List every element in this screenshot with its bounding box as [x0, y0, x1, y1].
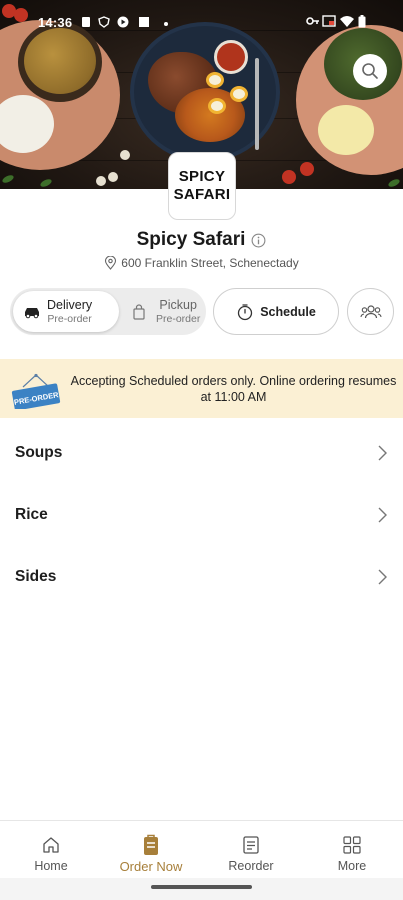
restaurant-name-row: Spicy Safari [0, 229, 403, 251]
restaurant-name: Spicy Safari [136, 229, 246, 250]
group-users-icon [359, 304, 382, 318]
status-bar: 14:36 [0, 10, 403, 34]
nav-label: Home [34, 859, 68, 873]
menu-category-rice[interactable]: Rice [0, 484, 403, 546]
receipt-icon [243, 836, 259, 854]
key-icon [306, 17, 319, 25]
chevron-right-icon [378, 507, 387, 523]
home-icon [43, 837, 59, 853]
bottom-navigation: Home Order Now Reorder More [0, 820, 403, 878]
menu-category-soups[interactable]: Soups [0, 422, 403, 484]
menu-category-label: Sides [15, 568, 57, 585]
logo-text-line1: SPICY [178, 168, 226, 185]
order-type-toggle: Delivery Pre-order Pickup Pre-order [10, 288, 206, 335]
home-gesture-bar[interactable] [151, 885, 252, 889]
pickup-option[interactable]: Pickup Pre-order [124, 291, 204, 332]
location-pin-icon [105, 256, 117, 270]
info-icon[interactable] [251, 233, 266, 248]
play-icon [117, 16, 129, 28]
menu-category-label: Soups [15, 444, 63, 461]
logo-text-line2: SAFARI [173, 186, 231, 203]
nav-order-now[interactable]: Order Now [101, 821, 201, 879]
chevron-right-icon [378, 445, 387, 461]
search-button[interactable] [353, 54, 387, 88]
restaurant-address: 600 Franklin Street, Schenectady [121, 256, 299, 270]
schedule-button[interactable]: Schedule [213, 288, 339, 335]
nav-label: Order Now [119, 859, 183, 874]
chevron-right-icon [378, 569, 387, 585]
nav-more[interactable]: More [302, 821, 402, 879]
order-bag-icon [144, 834, 158, 855]
shield-icon [98, 16, 110, 28]
menu-category-label: Rice [15, 506, 48, 523]
wifi-icon [340, 16, 354, 27]
restaurant-address-row: 600 Franklin Street, Schenectady [0, 256, 403, 273]
preorder-sign-icon: PRE-ORDER [11, 373, 61, 409]
notification-dot-icon [164, 22, 168, 26]
pickup-label: Pickup [159, 297, 197, 312]
pickup-sublabel: Pre-order [156, 312, 201, 325]
restaurant-logo: SPICY SAFARI [168, 152, 236, 220]
grid-icon [343, 836, 361, 854]
menu-category-sides[interactable]: Sides [0, 546, 403, 608]
sim-icon [82, 17, 90, 27]
battery-icon [358, 15, 366, 28]
schedule-label: Schedule [260, 304, 316, 319]
shopping-bag-icon [133, 303, 145, 320]
timer-icon [238, 303, 253, 320]
delivery-sublabel: Pre-order [47, 312, 92, 325]
group-order-button[interactable] [347, 288, 394, 335]
nav-label: More [337, 859, 367, 873]
search-icon [362, 63, 378, 79]
nav-home[interactable]: Home [1, 821, 101, 879]
delivery-label: Delivery [47, 297, 93, 312]
cast-icon [322, 15, 336, 27]
nav-reorder[interactable]: Reorder [201, 821, 301, 879]
preorder-notice-text: Accepting Scheduled orders only. Online … [70, 374, 397, 404]
nav-label: Reorder [228, 859, 274, 873]
car-icon [25, 307, 39, 318]
preorder-notice-banner: PRE-ORDER Accepting Scheduled orders onl… [0, 359, 403, 418]
delivery-option[interactable]: Delivery Pre-order [13, 291, 119, 332]
square-icon [139, 17, 149, 27]
status-time: 14:36 [38, 15, 73, 30]
system-gesture-area [0, 878, 403, 900]
